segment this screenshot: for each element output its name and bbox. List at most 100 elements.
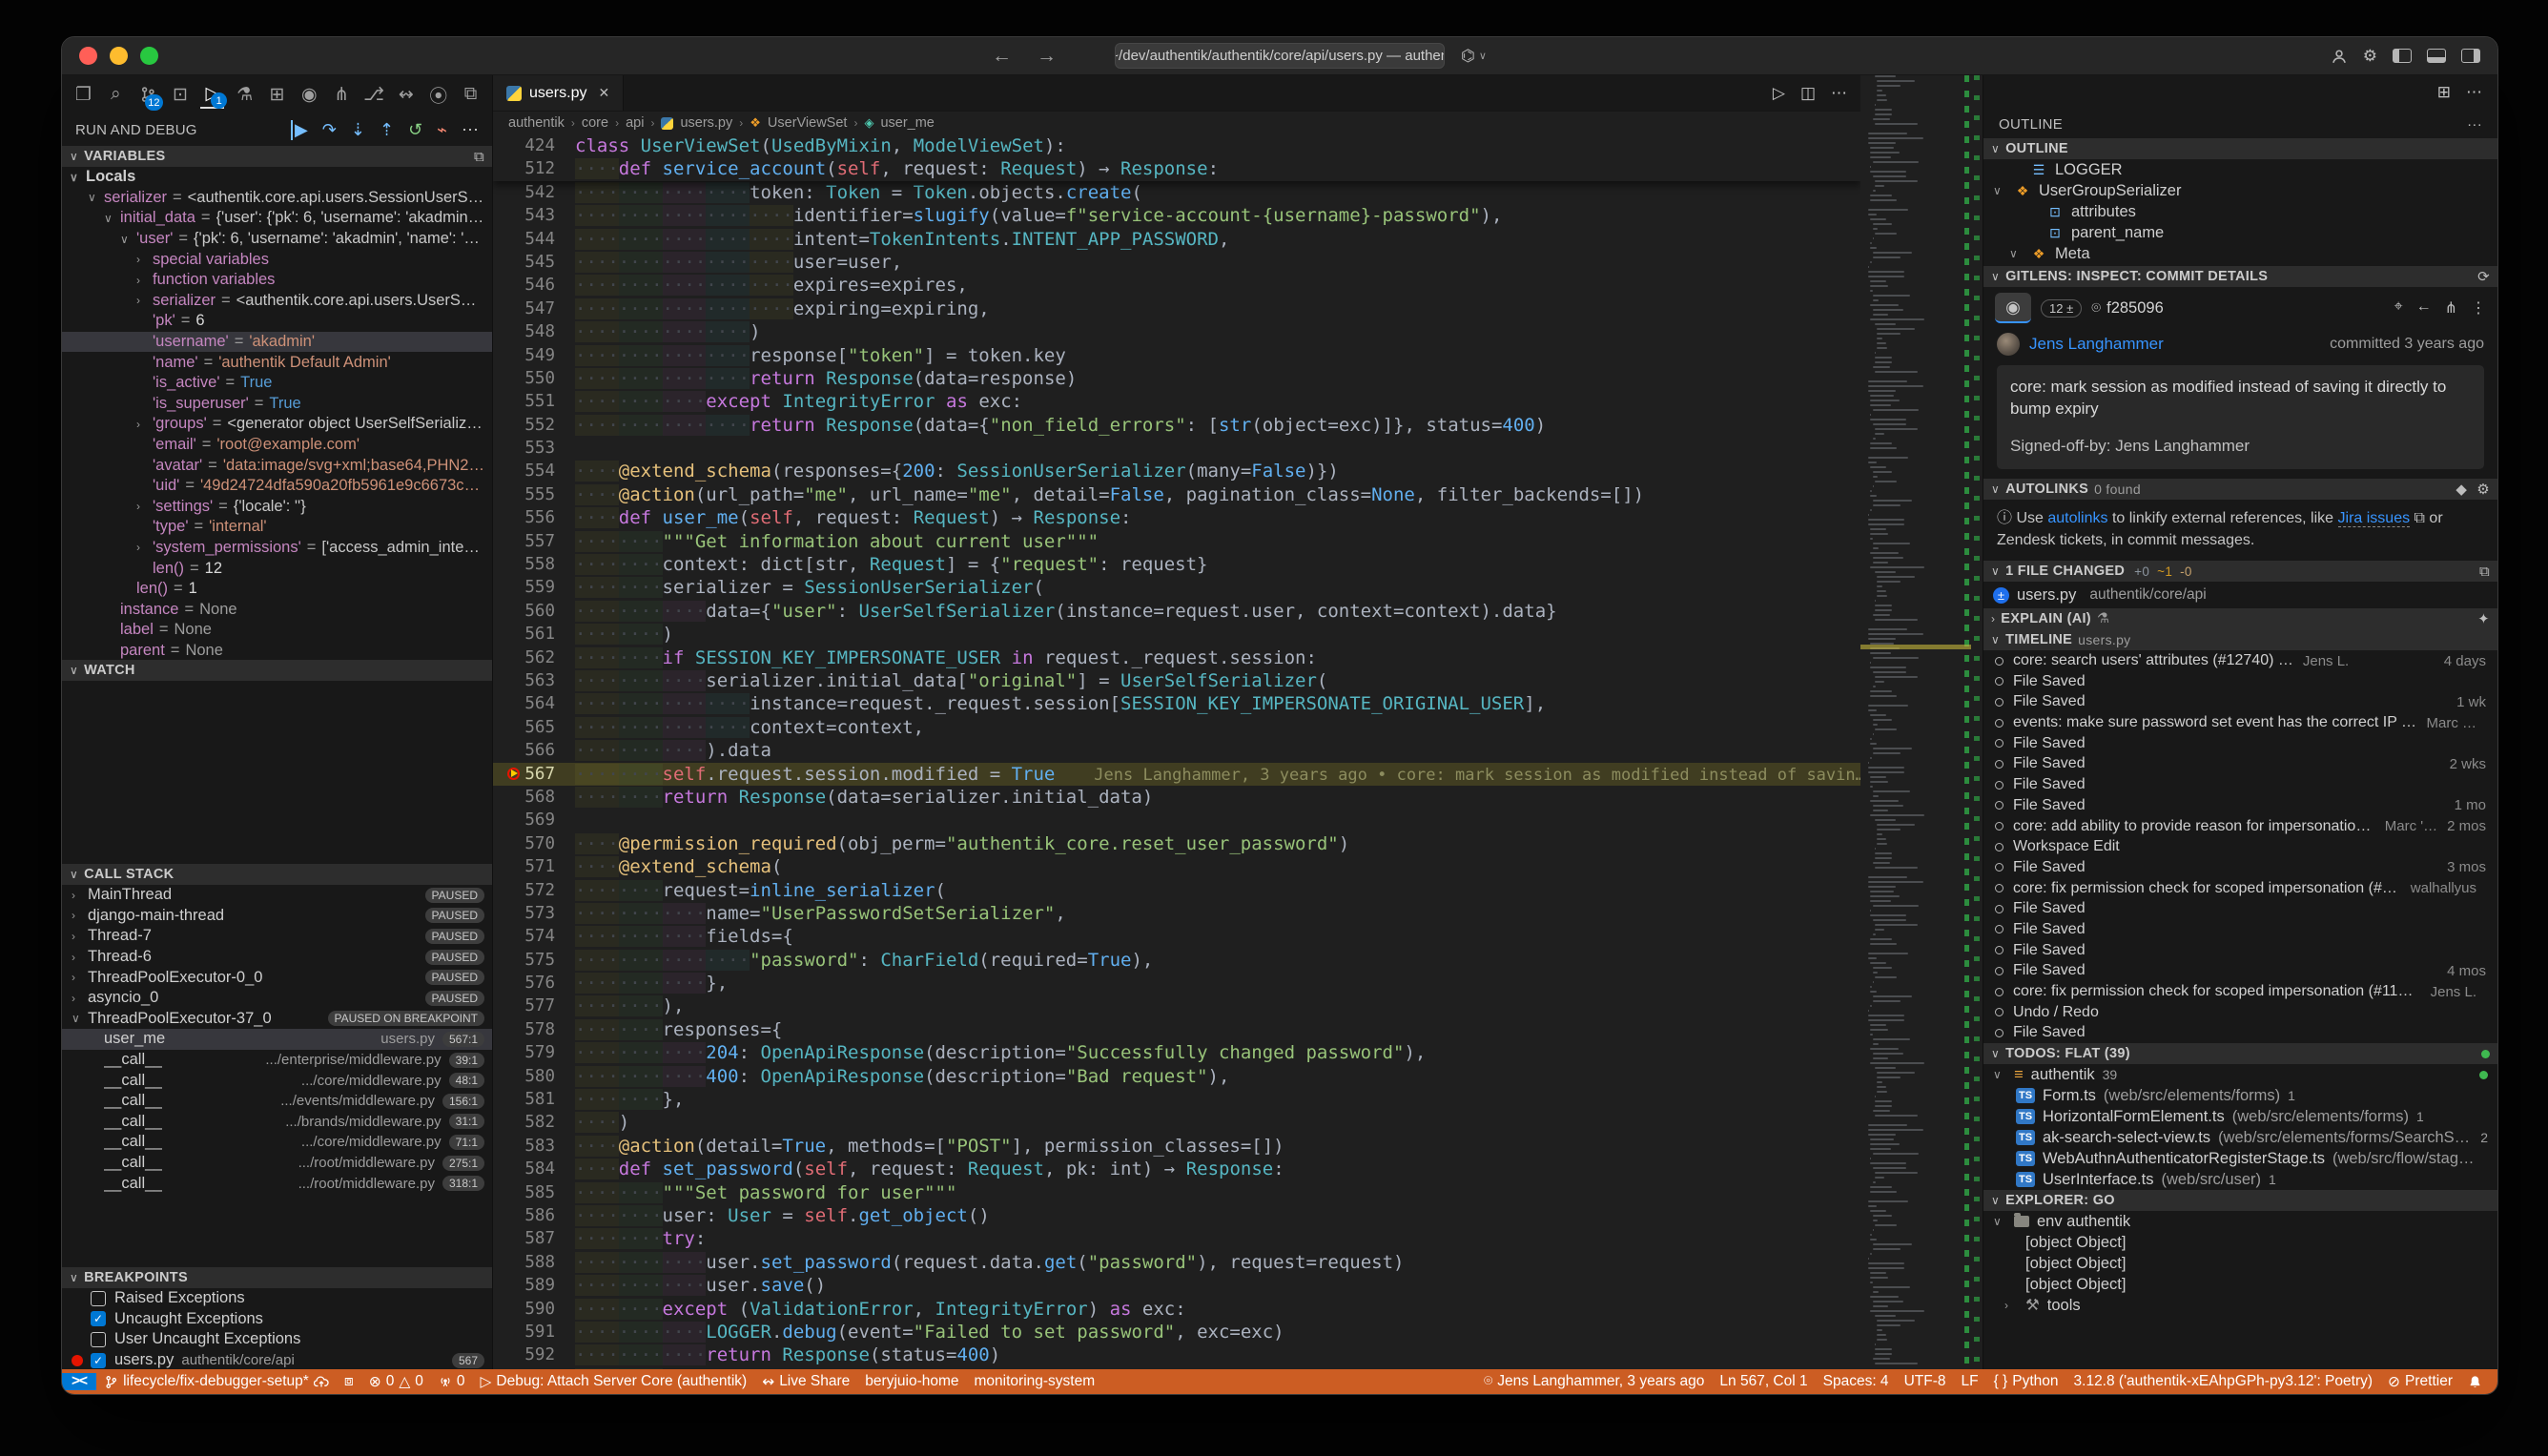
debug-restart-icon[interactable]: ↺ [408,120,422,140]
ports-item[interactable]: 0 [431,1373,473,1390]
todos-root-row[interactable]: ∨ ≡ authentik 39 [1983,1064,2497,1085]
explain-ai-section-header[interactable]: ›EXPLAIN (AI) ⚗ ✦ [1983,608,2497,629]
callstack-row[interactable]: › Thread-7 PAUSED [62,926,492,947]
variable-row[interactable]: instance = None [62,599,492,620]
line-number[interactable]: 587 [493,1227,575,1250]
code-line[interactable]: 547····················expiring=expiring… [493,297,1860,320]
line-number[interactable]: 545 [493,251,575,274]
line-number[interactable]: 583 [493,1135,575,1158]
checkbox[interactable] [91,1332,106,1347]
code-line[interactable]: 563············serializer.initial_data["… [493,669,1860,692]
line-number[interactable]: 564 [493,692,575,715]
cursor-position-item[interactable]: Ln 567, Col 1 [1712,1373,1815,1390]
blame-item[interactable]: ⌾ Jens Langhammer, 3 years ago [1476,1373,1712,1390]
notifications-bell-icon[interactable] [2460,1375,2490,1389]
timeline-item[interactable]: core: add ability to provide reason for … [1983,816,2497,837]
variable-row[interactable]: › special variables = [62,249,492,270]
variable-row[interactable]: 'email' = 'root@example.com' [62,435,492,456]
timeline-item[interactable]: core: fix permission check for scoped im… [1983,981,2497,1002]
todo-tree-icon[interactable]: ⧉ [459,80,483,109]
variable-row[interactable]: len() = 1 [62,579,492,600]
docker-icon[interactable]: ⦿ [426,80,450,109]
line-number[interactable]: 553 [493,437,575,460]
variable-row[interactable]: 'avatar' = 'data:image/svg+xml;base64,PH… [62,455,492,476]
line-number[interactable]: 582 [493,1111,575,1134]
command-center-search[interactable]: ⌕ ~/dev/authentik/authentik/core/api/use… [1115,43,1445,69]
code-line[interactable]: 559········serializer = SessionUserSeria… [493,576,1860,599]
testing-icon[interactable]: ⚗ [233,80,257,109]
code-line[interactable]: 544····················intent=TokenInten… [493,228,1860,251]
callstack-row[interactable]: ∨ ThreadPoolExecutor-37_0 PAUSED ON BREA… [62,1009,492,1030]
variable-row[interactable]: 'is_superuser' = True [62,394,492,415]
todo-file-row[interactable]: TS HorizontalFormElement.ts (web/src/ele… [1983,1106,2497,1127]
code-line[interactable]: 586········user: User = self.get_object(… [493,1204,1860,1227]
line-number[interactable]: 579 [493,1041,575,1064]
timeline-item[interactable]: File Saved [1983,1023,2497,1044]
outline-item[interactable]: ⊡ parent_name [1983,222,2497,243]
code-line[interactable]: 589············user.save() [493,1274,1860,1297]
line-number[interactable]: 565 [493,716,575,739]
line-number[interactable]: 584 [493,1158,575,1180]
timeline-item[interactable]: events: make sure password set event has… [1983,712,2497,733]
line-number[interactable]: 562 [493,646,575,669]
gitlens-overview-tab[interactable]: ◉ [1995,293,2031,323]
problems-item[interactable]: ⊗0 △0 [361,1373,431,1391]
todo-file-row[interactable]: TS ak-search-select-view.ts (web/src/ele… [1983,1127,2497,1148]
code-line[interactable]: 556····def user_me(self, request: Reques… [493,506,1860,529]
variables-section-header[interactable]: ∨VARIABLES ⧉ [62,146,492,167]
outline-item[interactable]: ∨ ❖ Meta [1983,243,2497,264]
account-icon[interactable] [2331,48,2348,65]
code-line[interactable]: 570····@permission_required(obj_perm="au… [493,832,1860,855]
commit-sha[interactable]: f285096 [2106,299,2164,318]
explorer-go-section-header[interactable]: ∨EXPLORER: GO [1983,1190,2497,1211]
line-number[interactable]: 576 [493,972,575,995]
debug-more-icon[interactable]: ⋯ [462,120,479,140]
timeline-item[interactable]: File Saved 1 wk [1983,692,2497,713]
code-line[interactable]: 574············fields={ [493,925,1860,948]
debug-step-into-icon[interactable]: ⇣ [351,120,365,140]
line-number[interactable]: 552 [493,414,575,437]
callstack-row[interactable]: __call__ .../root/middleware.py 318:1 [62,1173,492,1194]
prettier-item[interactable]: ⊘ Prettier [2380,1373,2460,1391]
variable-row[interactable]: 'name' = 'authentik Default Admin' [62,352,492,373]
refresh-icon[interactable]: ⟳ [2477,268,2490,285]
callstack-row[interactable]: › django-main-thread PAUSED [62,906,492,927]
breakpoint-option-row[interactable]: Raised Exceptions [62,1288,492,1309]
more-editor-actions-icon[interactable]: ⋯ [1831,84,1847,103]
changed-file-row[interactable]: ± users.py authentik/core/api [1983,582,2497,608]
run-and-debug-icon[interactable]: ▷1 [200,80,224,109]
variable-row[interactable]: 'pk' = 6 [62,311,492,332]
timeline-item[interactable]: core: fix permission check for scoped im… [1983,878,2497,899]
go-env-row[interactable]: [object Object] [1983,1274,2497,1295]
settings-gear-icon[interactable]: ⚙ [2363,47,2377,66]
live-share-icon[interactable]: ↭ [394,80,418,109]
toggle-panel-icon[interactable] [2427,49,2446,63]
source-control-icon[interactable]: 12 [136,80,160,109]
jira-issues-link[interactable]: Jira issues [2338,510,2411,527]
line-number[interactable]: 555 [493,483,575,506]
line-number[interactable]: 575 [493,949,575,972]
copilot-icon[interactable]: ⌬ [1461,47,1475,66]
line-number[interactable]: 550 [493,367,575,390]
callstack-row[interactable]: __call__ .../events/middleware.py 156:1 [62,1091,492,1112]
timeline-item[interactable]: File Saved 1 mo [1983,795,2497,816]
host-item-1[interactable]: beryjuio-home [857,1373,966,1390]
encoding-item[interactable]: UTF-8 [1897,1373,1954,1390]
gitlens-inspect-icon[interactable]: ⎇ [362,80,386,109]
timeline-item[interactable]: File Saved 4 mos [1983,961,2497,982]
code-line[interactable]: 557········"""Get information about curr… [493,530,1860,553]
files-changed-section-header[interactable]: ∨1 FILE CHANGED +0 ~1 -0 ⧉ [1983,561,2497,582]
line-number[interactable]: 573 [493,902,575,925]
host-item-2[interactable]: monitoring-system [967,1373,1103,1390]
code-line[interactable]: 542················token: Token = Token.… [493,181,1860,204]
code-line[interactable]: 424class UserViewSet(UsedByMixin, ModelV… [493,134,1860,157]
minimize-window-button[interactable] [110,47,128,65]
checkbox[interactable] [91,1291,106,1306]
eol-item[interactable]: LF [1953,1373,1985,1390]
line-number[interactable]: 589 [493,1274,575,1297]
variable-row[interactable]: label = None [62,620,492,641]
views-icon[interactable]: ⊞ [2437,83,2451,102]
variable-row[interactable]: ∨ serializer = <authentik.core.api.users… [62,188,492,209]
line-number[interactable]: 549 [493,344,575,367]
outline-item[interactable]: ∨ ❖ UserGroupSerializer [1983,180,2497,201]
